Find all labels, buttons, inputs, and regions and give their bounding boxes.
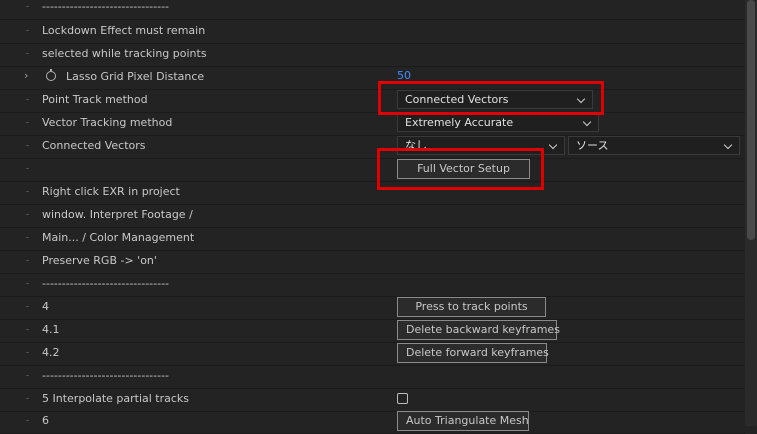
note-label: Right click EXR in project [42,185,180,198]
full-vector-setup-button[interactable]: Full Vector Setup [397,159,530,179]
separator-label: -------------------------------- [42,369,170,382]
vertical-scrollbar[interactable] [745,0,757,426]
lasso-grid-value[interactable]: 50 [397,70,411,82]
property-row-auto-triangulate: 6 Auto Triangulate Mesh [0,410,745,434]
property-row: -------------------------------- [0,0,745,20]
row-marker [26,260,29,261]
row-marker [26,168,29,169]
chevron-down-icon [576,94,586,104]
property-row-lasso-grid: › Lasso Grid Pixel Distance 50 [0,66,745,90]
point-track-method-value: Connected Vectors [405,93,509,106]
note-label: Lockdown Effect must remain [42,24,206,37]
stopwatch-icon[interactable] [46,69,56,81]
separator-label: -------------------------------- [42,0,170,13]
property-row: window. Interpret Footage / [0,204,745,228]
point-track-method-label: Point Track method [42,93,148,106]
connected-vectors-source-select[interactable]: ソース [568,136,740,155]
row-marker [26,30,29,31]
step-label: 4.2 [42,346,60,359]
note-label: selected while tracking points [42,47,207,60]
row-marker [26,6,29,7]
row-marker [26,398,29,399]
property-row-vector-tracking: Vector Tracking method Extremely Accurat… [0,112,745,136]
property-row: Main... / Color Management [0,227,745,251]
row-marker [26,329,29,330]
row-marker [26,53,29,54]
chevron-down-icon [582,117,592,127]
connected-vectors-layer-value: なし [405,139,427,152]
row-marker [26,191,29,192]
vector-tracking-method-select[interactable]: Extremely Accurate [397,113,599,132]
auto-triangulate-mesh-button[interactable]: Auto Triangulate Mesh [397,411,529,431]
row-marker [26,420,29,421]
point-track-method-select[interactable]: Connected Vectors [397,90,593,109]
chevron-right-icon[interactable]: › [24,69,28,82]
scrollbar-thumb[interactable] [747,0,755,240]
row-marker [26,122,29,123]
chevron-down-icon [548,140,558,150]
property-row: selected while tracking points [0,43,745,67]
row-marker [26,145,29,146]
property-row: Preserve RGB -> 'on' [0,250,745,274]
press-to-track-points-button[interactable]: Press to track points [397,297,546,317]
step-label: 6 [42,414,49,427]
connected-vectors-layer-select[interactable]: なし [397,136,565,155]
property-row-delete-forward: 4.2 Delete forward keyframes [0,342,745,366]
property-row: -------------------------------- [0,273,745,297]
property-row-track-points: 4 Press to track points [0,296,745,320]
property-row-point-track: Point Track method Connected Vectors [0,89,745,113]
lasso-grid-label: Lasso Grid Pixel Distance [66,70,205,83]
row-marker [26,237,29,238]
row-marker [26,214,29,215]
property-row: Lockdown Effect must remain [0,20,745,44]
row-marker [26,99,29,100]
property-row-interpolate: 5 Interpolate partial tracks [0,388,745,412]
row-marker [26,283,29,284]
note-label: Main... / Color Management [42,231,195,244]
note-label: window. Interpret Footage / [42,208,193,221]
connected-vectors-label: Connected Vectors [42,139,146,152]
step-label: 4.1 [42,323,60,336]
property-row-connected-vectors: Connected Vectors なし ソース [0,135,745,159]
property-row: Right click EXR in project [0,181,745,205]
delete-forward-keyframes-button[interactable]: Delete forward keyframes [397,343,549,363]
interpolate-partial-tracks-checkbox[interactable] [397,393,408,404]
connected-vectors-source-value: ソース [576,139,609,152]
interpolate-partial-tracks-label: 5 Interpolate partial tracks [42,392,190,405]
chevron-down-icon [723,140,733,150]
property-row-full-vector-setup: Full Vector Setup [0,158,745,182]
row-marker [26,375,29,376]
row-marker [26,306,29,307]
vector-tracking-method-value: Extremely Accurate [405,116,514,129]
property-row: -------------------------------- [0,365,745,389]
vector-tracking-method-label: Vector Tracking method [42,116,173,129]
note-label: Preserve RGB -> 'on' [42,254,157,267]
delete-backward-keyframes-button[interactable]: Delete backward keyframes [397,320,560,340]
row-marker [26,352,29,353]
separator-label: -------------------------------- [42,277,170,290]
property-row-delete-backward: 4.1 Delete backward keyframes [0,319,745,343]
step-label: 4 [42,300,49,313]
